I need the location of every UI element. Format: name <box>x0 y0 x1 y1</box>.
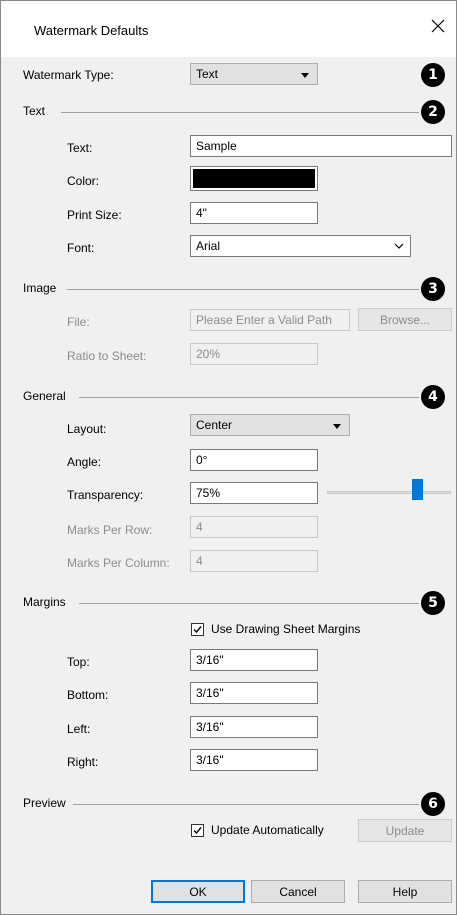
color-button[interactable] <box>190 166 318 191</box>
checkmark-icon <box>193 626 202 634</box>
marks-per-row-input[interactable]: 4 <box>190 516 318 538</box>
color-swatch <box>193 169 315 188</box>
left-margin-label: Left: <box>67 722 91 736</box>
checkmark-icon <box>193 827 202 835</box>
section-margins-heading: Margins <box>23 595 66 609</box>
transparency-input[interactable]: 75% <box>190 482 318 504</box>
file-label: File: <box>67 315 90 329</box>
section-divider <box>67 289 419 290</box>
ratio-to-sheet-input[interactable]: 20% <box>190 343 318 365</box>
top-margin-input[interactable]: 3/16" <box>190 649 318 671</box>
marks-per-column-input[interactable]: 4 <box>190 550 318 572</box>
marks-per-row-label: Marks Per Row: <box>67 523 153 537</box>
section-divider <box>79 603 419 604</box>
angle-label: Angle: <box>67 455 102 469</box>
text-input[interactable]: Sample <box>190 135 452 157</box>
close-icon[interactable] <box>428 16 448 36</box>
right-margin-label: Right: <box>67 755 99 769</box>
use-sheet-margins-checkbox[interactable] <box>191 623 204 636</box>
print-size-label: Print Size: <box>67 208 122 222</box>
watermark-type-label: Watermark Type: <box>23 68 114 82</box>
layout-dropdown[interactable]: Center <box>190 414 350 436</box>
top-margin-label: Top: <box>67 655 90 669</box>
callout-2: 2 <box>421 100 445 124</box>
chevron-down-icon <box>394 243 404 249</box>
watermark-defaults-dialog: Watermark Defaults Watermark Type: Text … <box>0 0 457 915</box>
help-button[interactable]: Help <box>358 880 452 903</box>
ok-button[interactable]: OK <box>151 880 245 903</box>
callout-5: 5 <box>421 591 445 615</box>
transparency-label: Transparency: <box>67 488 144 502</box>
browse-button[interactable]: Browse... <box>358 308 452 331</box>
dropdown-arrow-icon <box>333 424 341 429</box>
font-value: Arial <box>196 239 221 253</box>
watermark-type-value: Text <box>196 67 219 81</box>
bottom-margin-input[interactable]: 3/16" <box>190 682 318 704</box>
callout-1: 1 <box>421 63 445 87</box>
layout-label: Layout: <box>67 422 107 436</box>
ratio-to-sheet-label: Ratio to Sheet: <box>67 349 147 363</box>
layout-value: Center <box>196 418 233 432</box>
text-label: Text: <box>67 141 93 155</box>
section-image-heading: Image <box>23 281 57 295</box>
update-automatically-label[interactable]: Update Automatically <box>211 823 324 837</box>
dropdown-arrow-icon <box>301 73 309 78</box>
section-text-heading: Text <box>23 104 46 118</box>
file-path-input[interactable]: Please Enter a Valid Path <box>190 309 350 331</box>
use-sheet-margins-label[interactable]: Use Drawing Sheet Margins <box>211 622 360 636</box>
transparency-slider-thumb[interactable] <box>412 479 423 500</box>
dialog-title: Watermark Defaults <box>34 23 149 38</box>
section-divider <box>79 397 419 398</box>
font-select[interactable]: Arial <box>190 235 411 257</box>
cancel-button[interactable]: Cancel <box>251 880 345 903</box>
marks-per-column-label: Marks Per Column: <box>67 556 170 570</box>
callout-4: 4 <box>421 385 445 409</box>
section-general-heading: General <box>23 389 66 403</box>
transparency-slider-track[interactable] <box>327 491 451 494</box>
left-margin-input[interactable]: 3/16" <box>190 716 318 738</box>
print-size-input[interactable]: 4" <box>190 202 318 224</box>
title-bar: Watermark Defaults <box>1 1 456 57</box>
section-divider <box>73 804 419 805</box>
bottom-margin-label: Bottom: <box>67 688 109 702</box>
font-label: Font: <box>67 241 95 255</box>
watermark-type-dropdown[interactable]: Text <box>190 63 318 85</box>
angle-input[interactable]: 0° <box>190 449 318 471</box>
section-divider <box>61 112 419 113</box>
section-preview-heading: Preview <box>23 796 66 810</box>
callout-6: 6 <box>421 792 445 816</box>
update-automatically-checkbox[interactable] <box>191 824 204 837</box>
update-button[interactable]: Update <box>358 819 452 842</box>
callout-3: 3 <box>421 277 445 301</box>
right-margin-input[interactable]: 3/16" <box>190 749 318 771</box>
color-label: Color: <box>67 174 100 188</box>
